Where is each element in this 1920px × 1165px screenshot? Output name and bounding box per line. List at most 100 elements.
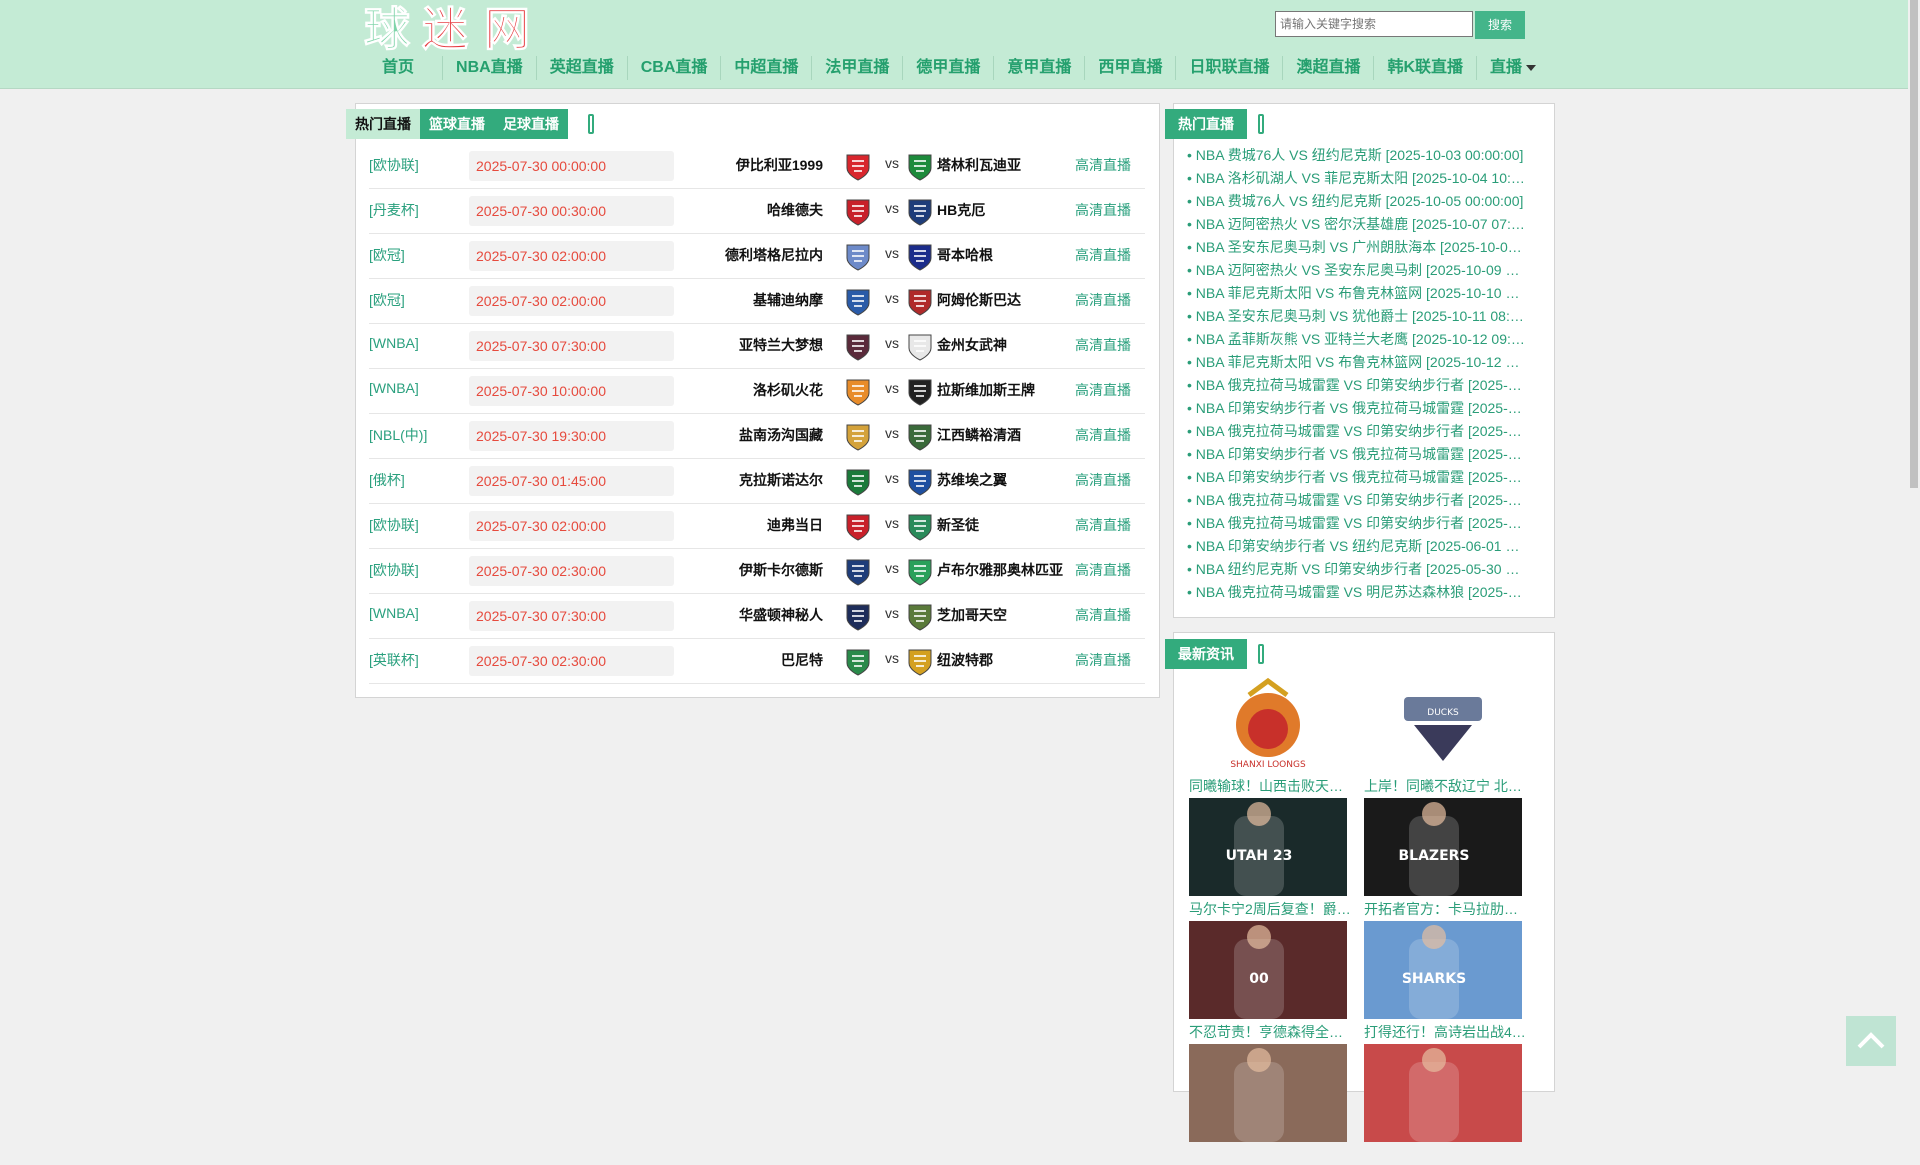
hd-live-link[interactable]: 高清直播	[1075, 470, 1131, 490]
hd-live-link[interactable]: 高清直播	[1075, 335, 1131, 355]
match-row[interactable]: [欧冠] 2025-07-30 02:00:00 德利塔格尼拉内 vs 哥本哈根 高清直播	[369, 233, 1145, 279]
home-team-badge-icon[interactable]	[845, 558, 871, 586]
match-away-team[interactable]: 哥本哈根	[937, 245, 993, 265]
match-row[interactable]: [欧冠] 2025-07-30 02:00:00 基辅迪纳摩 vs 阿姆伦斯巴达 高清直播	[369, 278, 1145, 324]
match-league[interactable]: [欧冠]	[369, 245, 405, 265]
news-thumbnail[interactable]: UTAH 23	[1189, 798, 1347, 896]
hot-live-item[interactable]: • NBA 俄克拉荷马城雷霆 VS 印第安纳步行者 [2025-06-06 08…	[1187, 513, 1527, 533]
match-home-team[interactable]: 德利塔格尼拉内	[725, 245, 823, 265]
match-league[interactable]: [英联杯]	[369, 650, 419, 670]
away-team-badge-icon[interactable]	[907, 288, 933, 316]
hd-live-link[interactable]: 高清直播	[1075, 290, 1131, 310]
home-team-badge-icon[interactable]	[845, 468, 871, 496]
hot-live-item[interactable]: • NBA 印第安纳步行者 VS 俄克拉荷马城雷霆 [2025-06-14 08…	[1187, 444, 1527, 464]
hd-live-link[interactable]: 高清直播	[1075, 650, 1131, 670]
away-team-badge-icon[interactable]	[907, 468, 933, 496]
news-card[interactable]: UTAH 23 马尔卡宁2周后复查！爵士伤情更新	[1189, 798, 1354, 919]
news-title-link[interactable]: 不忍苛责！亨德森得全场最高分	[1189, 1022, 1354, 1042]
news-thumbnail[interactable]	[1189, 1044, 1347, 1142]
hot-live-item[interactable]: • NBA 俄克拉荷马城雷霆 VS 明尼苏达森林狼 [2025-05-29 08…	[1187, 582, 1527, 602]
away-team-badge-icon[interactable]	[907, 423, 933, 451]
home-team-badge-icon[interactable]	[845, 198, 871, 226]
hd-live-link[interactable]: 高清直播	[1075, 245, 1131, 265]
news-thumbnail[interactable]: DUCKS	[1364, 675, 1522, 773]
away-team-badge-icon[interactable]	[907, 603, 933, 631]
nav-item-12[interactable]: 直播	[1477, 56, 1549, 80]
match-league[interactable]: [欧冠]	[369, 290, 405, 310]
home-team-badge-icon[interactable]	[845, 153, 871, 181]
search-button[interactable]: 搜索	[1475, 11, 1525, 39]
news-title-link[interactable]: 打得还行！高诗岩出战40分钟	[1364, 1022, 1529, 1042]
match-away-team[interactable]: 江西鳞裕清酒	[937, 425, 1021, 445]
away-team-badge-icon[interactable]	[907, 333, 933, 361]
hot-live-item[interactable]: • NBA 印第安纳步行者 VS 俄克拉荷马城雷霆 [2025-06-20 08…	[1187, 398, 1527, 418]
match-away-team[interactable]: 新圣徒	[937, 515, 979, 535]
match-row[interactable]: [俄杯] 2025-07-30 01:45:00 克拉斯诺达尔 vs 苏维埃之翼 高清直播	[369, 458, 1145, 504]
match-away-team[interactable]: 纽波特郡	[937, 650, 993, 670]
news-card[interactable]	[1364, 1044, 1524, 1165]
hot-live-item[interactable]: • NBA 菲尼克斯太阳 VS 布鲁克林篮网 [2025-10-12 10:00…	[1187, 352, 1527, 372]
match-league[interactable]: [WNBA]	[369, 605, 419, 621]
scrollbar-thumb[interactable]	[1910, 0, 1918, 488]
nav-item-6[interactable]: 德甲直播	[903, 56, 995, 80]
home-team-badge-icon[interactable]	[845, 513, 871, 541]
home-team-badge-icon[interactable]	[845, 423, 871, 451]
home-team-badge-icon[interactable]	[845, 288, 871, 316]
away-team-badge-icon[interactable]	[907, 153, 933, 181]
match-home-team[interactable]: 盐南汤沟国藏	[739, 425, 823, 445]
match-league[interactable]: [欧协联]	[369, 560, 419, 580]
hd-live-link[interactable]: 高清直播	[1075, 605, 1131, 625]
hot-live-item[interactable]: • NBA 迈阿密热火 VS 密尔沃基雄鹿 [2025-10-07 07:00:…	[1187, 214, 1527, 234]
hd-live-link[interactable]: 高清直播	[1075, 560, 1131, 580]
match-row[interactable]: [WNBA] 2025-07-30 10:00:00 洛杉矶火花 vs 拉斯维加斯王牌 高…	[369, 368, 1145, 414]
match-home-team[interactable]: 伊比利亚1999	[736, 155, 823, 175]
match-away-team[interactable]: HB克厄	[937, 200, 985, 220]
nav-item-10[interactable]: 澳超直播	[1283, 56, 1375, 80]
match-row[interactable]: [英联杯] 2025-07-30 02:30:00 巴尼特 vs 纽波特郡 高清直播	[369, 638, 1145, 684]
news-title-link[interactable]	[1189, 1145, 1354, 1165]
match-home-team[interactable]: 克拉斯诺达尔	[739, 470, 823, 490]
away-team-badge-icon[interactable]	[907, 243, 933, 271]
away-team-badge-icon[interactable]	[907, 378, 933, 406]
nav-item-8[interactable]: 西甲直播	[1085, 56, 1177, 80]
match-row[interactable]: [欧协联] 2025-07-30 02:00:00 迪弗当日 vs 新圣徒 高清直播	[369, 503, 1145, 549]
news-title-link[interactable]: 开拓者官方：卡马拉肋骨挫伤	[1364, 899, 1529, 919]
hot-live-item[interactable]: • NBA 圣安东尼奥马刺 VS 广州朗肽海本 [2025-10-08 00:0…	[1187, 237, 1527, 257]
match-row[interactable]: [NBL(中)] 2025-07-30 19:30:00 盐南汤沟国藏 vs 江西鳞裕清…	[369, 413, 1145, 459]
page-scrollbar[interactable]	[1908, 0, 1920, 1080]
match-league[interactable]: [NBL(中)]	[369, 425, 427, 445]
match-row[interactable]: [丹麦杯] 2025-07-30 00:30:00 哈维德夫 vs HB克厄 高清直播	[369, 188, 1145, 234]
away-team-badge-icon[interactable]	[907, 558, 933, 586]
news-card[interactable]: DUCKS 上岸！同曦不敌辽宁 北京鸭迎新帅	[1364, 675, 1529, 796]
match-away-team[interactable]: 阿姆伦斯巴达	[937, 290, 1021, 310]
news-card[interactable]: SHANXI LOONGS 同曦输球！山西击败天津，取得三连胜	[1189, 675, 1354, 796]
nav-item-0[interactable]: 首页	[364, 56, 444, 80]
home-team-badge-icon[interactable]	[845, 333, 871, 361]
nav-item-2[interactable]: 英超直播	[537, 56, 628, 80]
home-team-badge-icon[interactable]	[845, 603, 871, 631]
hot-live-item[interactable]: • NBA 印第安纳步行者 VS 纽约尼克斯 [2025-06-01 08:00…	[1187, 536, 1527, 556]
match-league[interactable]: [WNBA]	[369, 335, 419, 351]
hot-live-item[interactable]: • NBA 俄克拉荷马城雷霆 VS 印第安纳步行者 [2025-06-17 08…	[1187, 421, 1527, 441]
match-row[interactable]: [欧协联] 2025-07-30 02:30:00 伊斯卡尔德斯 vs 卢布尔雅那奥林匹…	[369, 548, 1145, 594]
away-team-badge-icon[interactable]	[907, 198, 933, 226]
match-league[interactable]: [欧协联]	[369, 155, 419, 175]
nav-item-9[interactable]: 日职联直播	[1176, 56, 1284, 80]
nav-item-5[interactable]: 法甲直播	[812, 56, 904, 80]
nav-item-4[interactable]: 中超直播	[721, 56, 813, 80]
match-row[interactable]: [WNBA] 2025-07-30 07:30:00 亚特兰大梦想 vs 金州女武神 高清…	[369, 323, 1145, 369]
hot-live-item[interactable]: • NBA 迈阿密热火 VS 圣安东尼奥马刺 [2025-10-09 08:00…	[1187, 260, 1527, 280]
search-input[interactable]	[1275, 11, 1473, 37]
hd-live-link[interactable]: 高清直播	[1075, 380, 1131, 400]
hot-live-item[interactable]: • NBA 孟菲斯灰熊 VS 亚特兰大老鹰 [2025-10-12 09:00:…	[1187, 329, 1527, 349]
news-title-link[interactable]: 上岸！同曦不敌辽宁 北京鸭迎新帅	[1364, 776, 1529, 796]
match-home-team[interactable]: 伊斯卡尔德斯	[739, 560, 823, 580]
match-away-team[interactable]: 金州女武神	[937, 335, 1007, 355]
home-team-badge-icon[interactable]	[845, 378, 871, 406]
hot-live-item[interactable]: • NBA 费城76人 VS 纽约尼克斯 [2025-10-03 00:00:0…	[1187, 145, 1527, 165]
hd-live-link[interactable]: 高清直播	[1075, 155, 1131, 175]
news-card[interactable]	[1189, 1044, 1349, 1165]
match-row[interactable]: [WNBA] 2025-07-30 07:30:00 华盛顿神秘人 vs 芝加哥天空 高清…	[369, 593, 1145, 639]
hd-live-link[interactable]: 高清直播	[1075, 425, 1131, 445]
match-home-team[interactable]: 洛杉矶火花	[753, 380, 823, 400]
